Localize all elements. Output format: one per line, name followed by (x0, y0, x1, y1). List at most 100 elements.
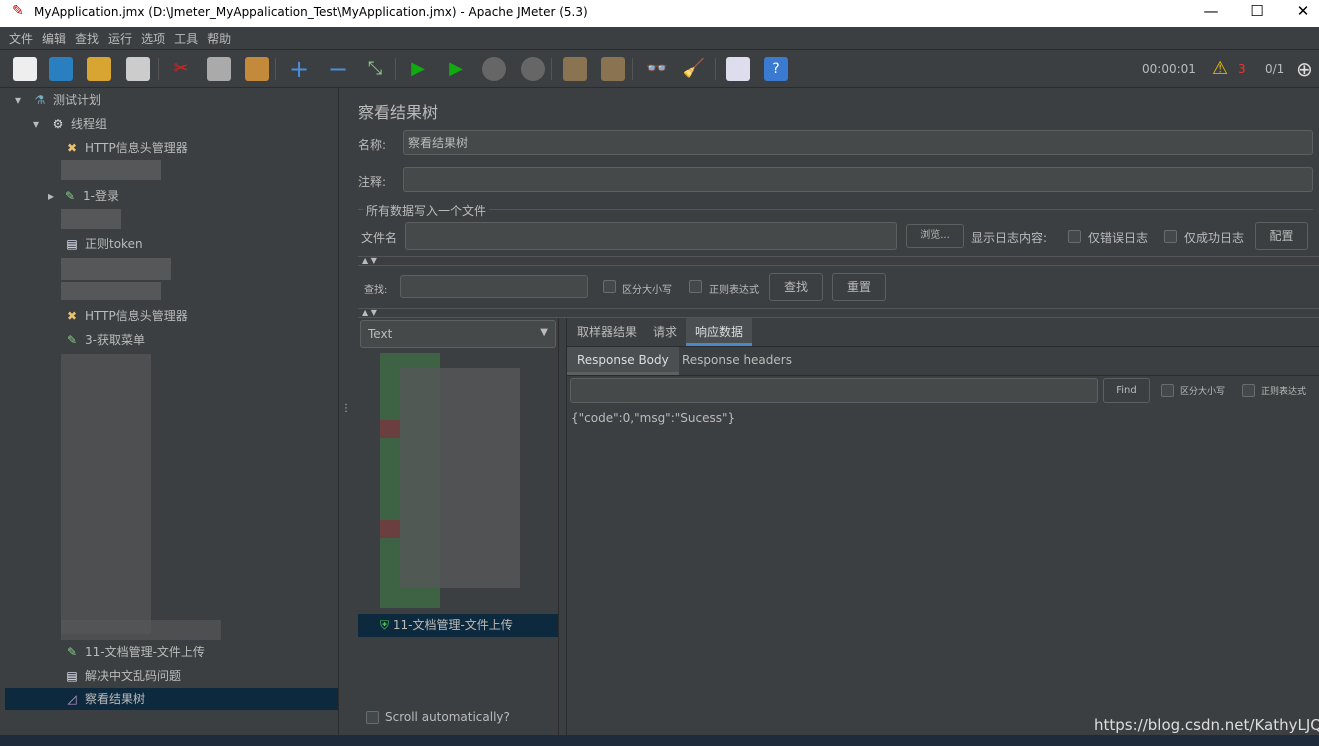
tab-sampler-result[interactable]: 取样器结果 (570, 318, 644, 346)
elapsed-timer: 00:00:01 (1142, 62, 1196, 76)
gear-icon: ⚙ (52, 117, 64, 131)
response-body-text[interactable]: {"code":0,"msg":"Sucess"} (571, 411, 735, 425)
new-icon[interactable] (13, 57, 37, 81)
open-icon[interactable] (87, 57, 111, 81)
minimize-button[interactable]: — (1188, 2, 1234, 24)
collapse-icon[interactable]: − (326, 57, 350, 81)
body-regex-checkbox[interactable] (1242, 384, 1255, 397)
chevron-down-icon: ▼ (540, 327, 548, 338)
menu-options[interactable]: 选项 (132, 27, 165, 47)
tools-icon: ✖ (66, 141, 78, 155)
menu-file[interactable]: 文件 (0, 27, 33, 47)
start-icon[interactable]: ▶ (406, 57, 430, 81)
pipette-icon: ✎ (66, 645, 78, 659)
file-group-label: 所有数据写入一个文件 (363, 202, 490, 219)
remote-icon[interactable]: ⊕ (1296, 57, 1313, 81)
body-case-checkbox[interactable] (1161, 384, 1174, 397)
menu-run[interactable]: 运行 (99, 27, 132, 47)
result-splitter[interactable] (558, 318, 567, 735)
binoculars-icon[interactable]: 👓 (645, 57, 669, 81)
log-label: 显示日志内容: (971, 231, 1048, 245)
flask-icon: ⚗ (34, 93, 46, 107)
toolbar: ✂ + − ⤡ ▶ ▶ 👓 🧹 ? 00:00:01 ⚠ 3 0/1 ⊕ (0, 50, 1319, 88)
tree-item[interactable]: ▤ 正则token (63, 233, 142, 255)
save-icon[interactable] (126, 57, 150, 81)
tree-item[interactable]: ▤ 解决中文乱码问题 (63, 665, 181, 687)
tree-item[interactable]: ▸ ✎ 1-登录 (45, 185, 119, 207)
document-icon: ▤ (66, 237, 78, 251)
name-label: 名称: (358, 138, 387, 152)
search-input[interactable] (400, 275, 588, 298)
collapse-arrows[interactable]: ▲ ▼ (362, 256, 377, 265)
body-search-input[interactable] (570, 378, 1098, 403)
splitter[interactable]: ⋮ (338, 88, 351, 735)
body-regex-label: 正则表达式 (1261, 387, 1307, 397)
tree-item[interactable]: ✖ HTTP信息头管理器 (63, 137, 188, 159)
tools-icon: ✖ (66, 309, 78, 323)
tab-request[interactable]: 请求 (646, 318, 684, 346)
tree-item[interactable]: ▾ ⚙ 线程组 (27, 113, 107, 135)
window-title: MyApplication.jmx (D:\Jmeter_MyAppalicat… (34, 5, 588, 19)
close-button[interactable]: ✕ (1280, 2, 1319, 24)
start-no-pause-icon[interactable]: ▶ (444, 57, 468, 81)
errors-only-checkbox[interactable] (1068, 230, 1081, 243)
function-helper-icon[interactable] (726, 57, 750, 81)
configure-button[interactable]: 配置 (1255, 222, 1308, 250)
success-only-checkbox[interactable] (1164, 230, 1177, 243)
warning-icon[interactable]: ⚠ (1212, 58, 1228, 79)
tree-item[interactable]: ✖ HTTP信息头管理器 (63, 305, 188, 327)
clear-all-icon[interactable] (601, 57, 625, 81)
scroll-auto-checkbox[interactable] (366, 711, 379, 724)
shutdown-icon[interactable] (521, 57, 545, 81)
body-find-button[interactable]: Find (1103, 378, 1150, 403)
copy-icon[interactable] (207, 57, 231, 81)
watermark: https://blog.csdn.net/KathyLJQ (1094, 716, 1319, 734)
test-plan-tree: ▾ ⚗ 测试计划 ▾ ⚙ 线程组 ✖ HTTP信息头管理器 ▸ ✎ 1-登录 ▤ 正则token… (5, 88, 338, 735)
collapse-arrows[interactable]: ▲ ▼ (362, 308, 377, 317)
shield-check-icon: ⛨ (380, 618, 390, 632)
filename-input[interactable] (405, 222, 897, 250)
menu-search[interactable]: 查找 (66, 27, 99, 47)
browse-button[interactable]: 浏览... (906, 224, 964, 248)
toggle-icon[interactable]: ⤡ (363, 57, 387, 81)
subtab-response-body[interactable]: Response Body (567, 347, 679, 375)
thread-count: 0/1 (1265, 62, 1285, 76)
paste-icon[interactable] (245, 57, 269, 81)
comment-input[interactable] (403, 167, 1313, 192)
cut-icon[interactable]: ✂ (169, 57, 193, 81)
subtab-response-headers[interactable]: Response headers (673, 347, 801, 375)
regex-checkbox[interactable] (689, 280, 702, 293)
tree-item[interactable]: ✎ 11-文档管理-文件上传 (63, 641, 205, 663)
success-only-label: 仅成功日志 (1184, 231, 1245, 245)
broom-icon[interactable]: 🧹 (682, 57, 706, 81)
clear-icon[interactable] (563, 57, 587, 81)
jmeter-logo-icon: ✎ (12, 3, 24, 19)
filename-label: 文件名 (361, 231, 398, 245)
reset-button[interactable]: 重置 (832, 273, 886, 301)
scroll-auto-label: Scroll automatically? (385, 710, 510, 724)
menu-help[interactable]: 帮助 (198, 27, 231, 47)
warning-count: 3 (1238, 62, 1246, 76)
menu-tools[interactable]: 工具 (165, 27, 198, 47)
help-icon[interactable]: ? (764, 57, 788, 81)
menu-edit[interactable]: 编辑 (33, 27, 66, 47)
stop-icon[interactable] (482, 57, 506, 81)
title-bar: ✎ MyApplication.jmx (D:\Jmeter_MyAppalic… (0, 0, 1319, 27)
expand-icon[interactable]: + (287, 57, 311, 81)
tree-item-selected[interactable]: ◿ 察看结果树 (5, 688, 338, 710)
tree-item[interactable]: ✎ 3-获取菜单 (63, 329, 145, 351)
result-item-selected[interactable]: ⛨ 11-文档管理-文件上传 (358, 614, 558, 637)
search-label: 查找: (364, 285, 388, 296)
chart-icon: ◿ (67, 692, 77, 706)
taskbar (0, 735, 1319, 746)
tree-item[interactable]: ▾ ⚗ 测试计划 (9, 89, 101, 111)
name-input[interactable]: 察看结果树 (403, 130, 1313, 155)
maximize-button[interactable]: ☐ (1234, 2, 1280, 24)
templates-icon[interactable] (49, 57, 73, 81)
renderer-select[interactable]: Text ▼ (360, 320, 556, 348)
comment-label: 注释: (358, 175, 387, 189)
find-button[interactable]: 查找 (769, 273, 823, 301)
case-sensitive-label: 区分大小写 (622, 285, 672, 296)
case-sensitive-checkbox[interactable] (603, 280, 616, 293)
tab-response-data[interactable]: 响应数据 (686, 318, 753, 346)
